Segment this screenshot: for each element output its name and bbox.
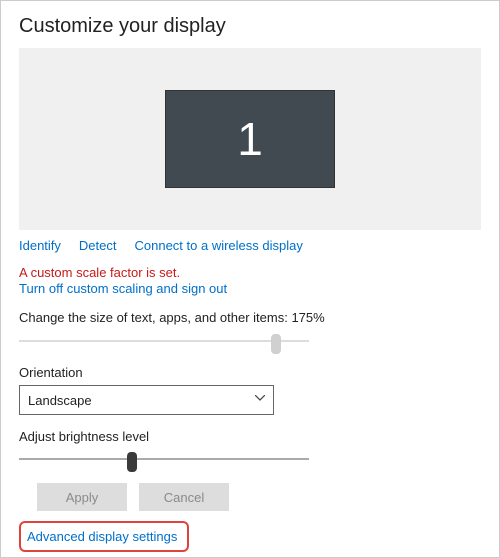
- apply-cancel-row: Apply Cancel: [37, 483, 481, 511]
- scale-label: Change the size of text, apps, and other…: [19, 310, 481, 325]
- orientation-value: Landscape: [28, 393, 92, 408]
- advanced-display-settings-link[interactable]: Advanced display settings: [19, 521, 189, 552]
- scale-slider[interactable]: [19, 331, 309, 355]
- brightness-label: Adjust brightness level: [19, 429, 481, 444]
- monitor-arrangement-area[interactable]: 1: [19, 48, 481, 230]
- scale-slider-track: [19, 340, 309, 342]
- detect-link[interactable]: Detect: [79, 238, 117, 253]
- turn-off-scaling-link[interactable]: Turn off custom scaling and sign out: [19, 281, 481, 296]
- orientation-select[interactable]: Landscape: [19, 385, 274, 415]
- cancel-button[interactable]: Cancel: [139, 483, 229, 511]
- custom-scale-warning: A custom scale factor is set.: [19, 265, 481, 280]
- scale-slider-thumb[interactable]: [271, 334, 281, 354]
- monitor-1-label: 1: [237, 112, 263, 166]
- identify-link[interactable]: Identify: [19, 238, 61, 253]
- display-action-links: Identify Detect Connect to a wireless di…: [19, 238, 481, 253]
- apply-button[interactable]: Apply: [37, 483, 127, 511]
- connect-wireless-link[interactable]: Connect to a wireless display: [135, 238, 303, 253]
- scale-value: 175%: [291, 310, 324, 325]
- chevron-down-icon: [255, 395, 265, 405]
- page-title: Customize your display: [19, 15, 481, 38]
- brightness-slider-thumb[interactable]: [127, 452, 137, 472]
- brightness-slider-track: [19, 458, 309, 460]
- brightness-slider[interactable]: [19, 449, 309, 473]
- scale-label-prefix: Change the size of text, apps, and other…: [19, 310, 291, 325]
- monitor-1[interactable]: 1: [165, 90, 335, 188]
- orientation-label: Orientation: [19, 365, 481, 380]
